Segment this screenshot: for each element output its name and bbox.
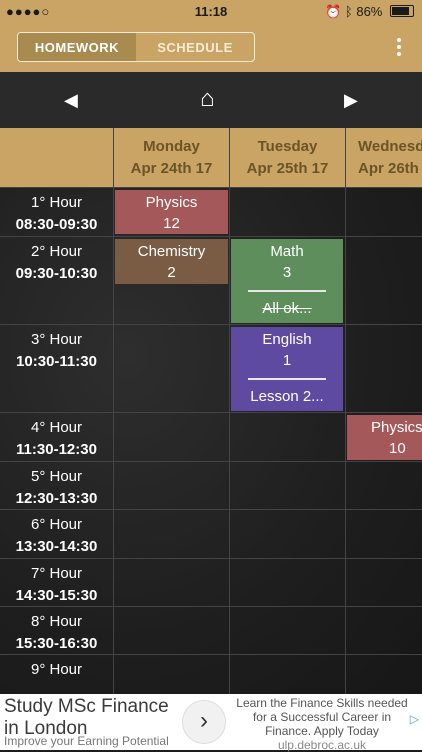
- homework-count: 10: [389, 440, 406, 457]
- day-date: Apr 24th 17: [130, 160, 213, 177]
- slot-cell[interactable]: [114, 655, 230, 694]
- homework-note: Lesson 2...: [250, 388, 324, 405]
- homework-subject: Math: [270, 243, 304, 260]
- homework-subject: Chemistry: [137, 243, 206, 260]
- slot-cell[interactable]: [346, 510, 422, 559]
- slot-cell[interactable]: [114, 607, 230, 655]
- timetable-grid: Monday Apr 24th 17 Tuesday Apr 25th 17 W…: [0, 128, 422, 694]
- homework-card-english-tuesday[interactable]: English 1 Lesson 2...: [231, 327, 343, 411]
- homework-count: 12: [163, 215, 180, 232]
- day-header-tuesday: Tuesday Apr 25th 17: [230, 128, 346, 188]
- slot-cell[interactable]: [230, 607, 346, 655]
- homework-count: 2: [167, 264, 176, 281]
- slot-cell[interactable]: [346, 325, 422, 413]
- day-date: Apr 26th: [358, 160, 419, 177]
- slot-cell[interactable]: [346, 607, 422, 655]
- homework-note: All ok...: [262, 300, 312, 317]
- day-header-monday: Monday Apr 24th 17: [114, 128, 230, 188]
- ad-banner[interactable]: Study MSc Finance in London Improve your…: [0, 694, 422, 752]
- card-divider: [248, 378, 326, 380]
- hour-row-5: 5° Hour 12:30-13:30: [0, 462, 114, 510]
- slot-cell[interactable]: [346, 237, 422, 325]
- slot-cell[interactable]: [114, 325, 230, 413]
- adchoices-icon[interactable]: ▷: [410, 712, 419, 726]
- slot-cell[interactable]: [346, 655, 422, 694]
- hour-row-3: 3° Hour 10:30-11:30: [0, 325, 114, 413]
- homework-count: 1: [282, 352, 292, 369]
- homework-card-chemistry-monday[interactable]: Chemistry 2: [115, 239, 228, 284]
- bluetooth-icon: ᛒ: [344, 4, 353, 19]
- status-bar: ●●●●○ 11:18 ⏰ ᛒ 86%: [0, 0, 422, 22]
- day-name: Tuesday: [257, 138, 318, 155]
- next-week-icon[interactable]: ▶: [344, 90, 358, 111]
- week-navigation: ◀ ⌂ ▶: [0, 72, 422, 129]
- homework-card-math-tuesday[interactable]: Math 3 All ok...: [231, 239, 343, 323]
- day-name: Wednesd: [358, 138, 422, 155]
- previous-week-icon[interactable]: ◀: [64, 90, 78, 111]
- day-header-wednesday: Wednesd Apr 26th: [346, 128, 422, 188]
- hour-row-4: 4° Hour 11:30-12:30: [0, 413, 114, 462]
- slot-cell[interactable]: [230, 462, 346, 510]
- slot-cell[interactable]: [114, 413, 230, 462]
- ad-subtitle: Improve your Earning Potential: [4, 734, 169, 748]
- ad-body: Learn the Finance Skills needed for a Su…: [234, 696, 410, 752]
- card-divider: [248, 290, 326, 292]
- battery-percent: 86%: [356, 4, 383, 19]
- battery-icon: [390, 5, 414, 17]
- slot-cell[interactable]: [346, 559, 422, 607]
- hour-row-7: 7° Hour 14:30-15:30: [0, 559, 114, 607]
- slot-cell[interactable]: [346, 462, 422, 510]
- slot-cell[interactable]: [346, 188, 422, 237]
- homework-count: 3: [282, 264, 292, 281]
- hour-row-1: 1° Hour 08:30-09:30: [0, 188, 114, 237]
- hour-row-6: 6° Hour 13:30-14:30: [0, 510, 114, 559]
- ad-open-button[interactable]: ›: [182, 700, 226, 744]
- alarm-icon: ⏰: [325, 4, 342, 19]
- day-name: Monday: [143, 138, 200, 155]
- ad-body-text: Learn the Finance Skills needed for a Su…: [236, 696, 408, 738]
- hour-row-8: 8° Hour 15:30-16:30: [0, 607, 114, 655]
- slot-cell[interactable]: [230, 413, 346, 462]
- tab-schedule[interactable]: SCHEDULE: [136, 33, 254, 61]
- slot-cell[interactable]: [230, 510, 346, 559]
- segmented-control: HOMEWORK SCHEDULE: [17, 32, 255, 62]
- hour-row-9: 9° Hour: [0, 655, 114, 694]
- home-icon[interactable]: ⌂: [200, 85, 215, 113]
- tab-homework[interactable]: HOMEWORK: [18, 33, 136, 61]
- more-options-icon[interactable]: [396, 38, 402, 58]
- hour-row-2: 2° Hour 09:30-10:30: [0, 237, 114, 325]
- homework-card-physics-wednesday[interactable]: Physics 10: [347, 415, 422, 460]
- slot-cell[interactable]: [114, 510, 230, 559]
- day-date: Apr 25th 17: [246, 160, 329, 177]
- grid-corner: [0, 128, 114, 188]
- battery-status: ⏰ ᛒ 86%: [325, 4, 414, 20]
- slot-cell[interactable]: [230, 655, 346, 694]
- slot-cell[interactable]: [114, 462, 230, 510]
- homework-subject: Physics: [371, 419, 422, 436]
- homework-subject: English: [262, 331, 312, 348]
- homework-card-physics-monday[interactable]: Physics 12: [115, 190, 228, 234]
- slot-cell[interactable]: [230, 188, 346, 237]
- slot-cell[interactable]: [230, 559, 346, 607]
- slot-cell[interactable]: [114, 559, 230, 607]
- homework-subject: Physics: [145, 194, 198, 211]
